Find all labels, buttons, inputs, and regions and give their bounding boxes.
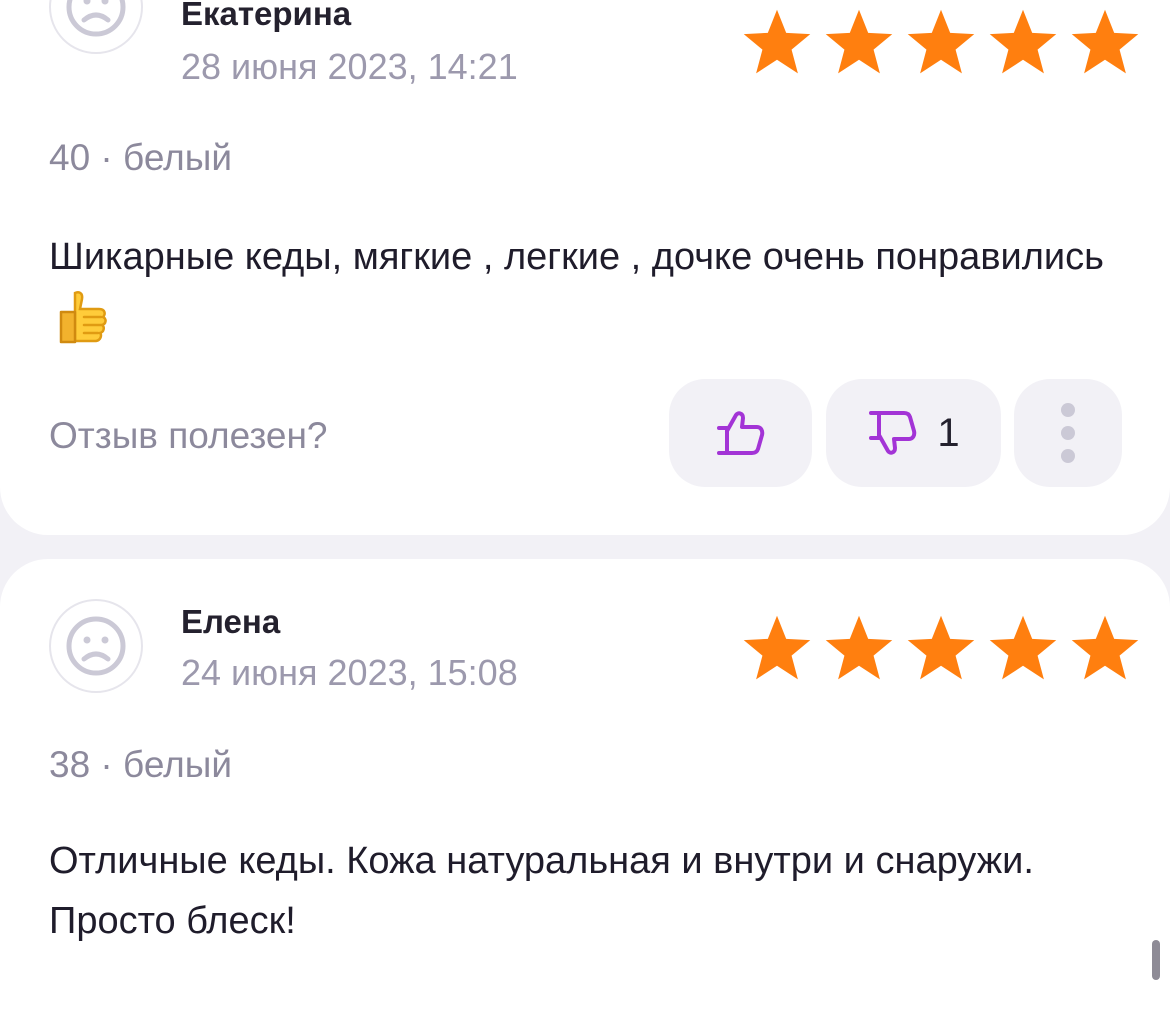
star-icon	[907, 615, 975, 680]
thumbs-down-outline-icon	[869, 411, 917, 455]
review-author: Елена	[181, 603, 281, 640]
star-icon	[825, 9, 893, 74]
star-rating	[738, 611, 1144, 687]
avatar	[49, 0, 143, 54]
star-icon	[989, 9, 1057, 74]
star-rating	[738, 5, 1144, 81]
review-date: 24 июня 2023, 15:08	[181, 652, 518, 693]
avatar	[49, 599, 143, 693]
scrollbar[interactable]	[1152, 940, 1160, 980]
review-variant: 40 · белый	[49, 137, 233, 178]
thumbs-up-emoji-icon	[55, 287, 111, 363]
star-icon	[989, 615, 1057, 680]
star-icon	[907, 9, 975, 74]
review-variant: 38 · белый	[49, 744, 233, 785]
like-button[interactable]	[669, 379, 812, 487]
star-icon	[743, 9, 811, 74]
sad-face-avatar-icon	[66, 616, 126, 676]
review-author: Екатерина	[181, 0, 352, 32]
star-icon	[825, 615, 893, 680]
star-icon	[1071, 9, 1139, 74]
review-card: Екатерина 28 июня 2023, 14:21 40 · белый…	[0, 0, 1170, 535]
review-text: Отличные кеды. Кожа натуральная и внутри…	[49, 840, 1034, 942]
helpful-question: Отзыв полезен?	[49, 415, 328, 456]
review-card: Елена 24 июня 2023, 15:08 38 · белый Отл…	[0, 559, 1170, 1009]
thumbs-up-outline-icon	[716, 411, 764, 455]
review-text-block: Шикарные кеды, мягкие , легкие , дочке о…	[49, 227, 1109, 363]
review-date: 28 июня 2023, 14:21	[181, 46, 518, 87]
star-icon	[1071, 615, 1139, 680]
dislike-count: 1	[937, 410, 960, 455]
vertical-dots-icon	[1061, 403, 1075, 463]
review-text: Шикарные кеды, мягкие , легкие , дочке о…	[49, 236, 1104, 278]
more-options-button[interactable]	[1014, 379, 1122, 487]
star-icon	[743, 615, 811, 680]
dislike-button[interactable]: 1	[826, 379, 1001, 487]
sad-face-avatar-icon	[66, 0, 126, 37]
